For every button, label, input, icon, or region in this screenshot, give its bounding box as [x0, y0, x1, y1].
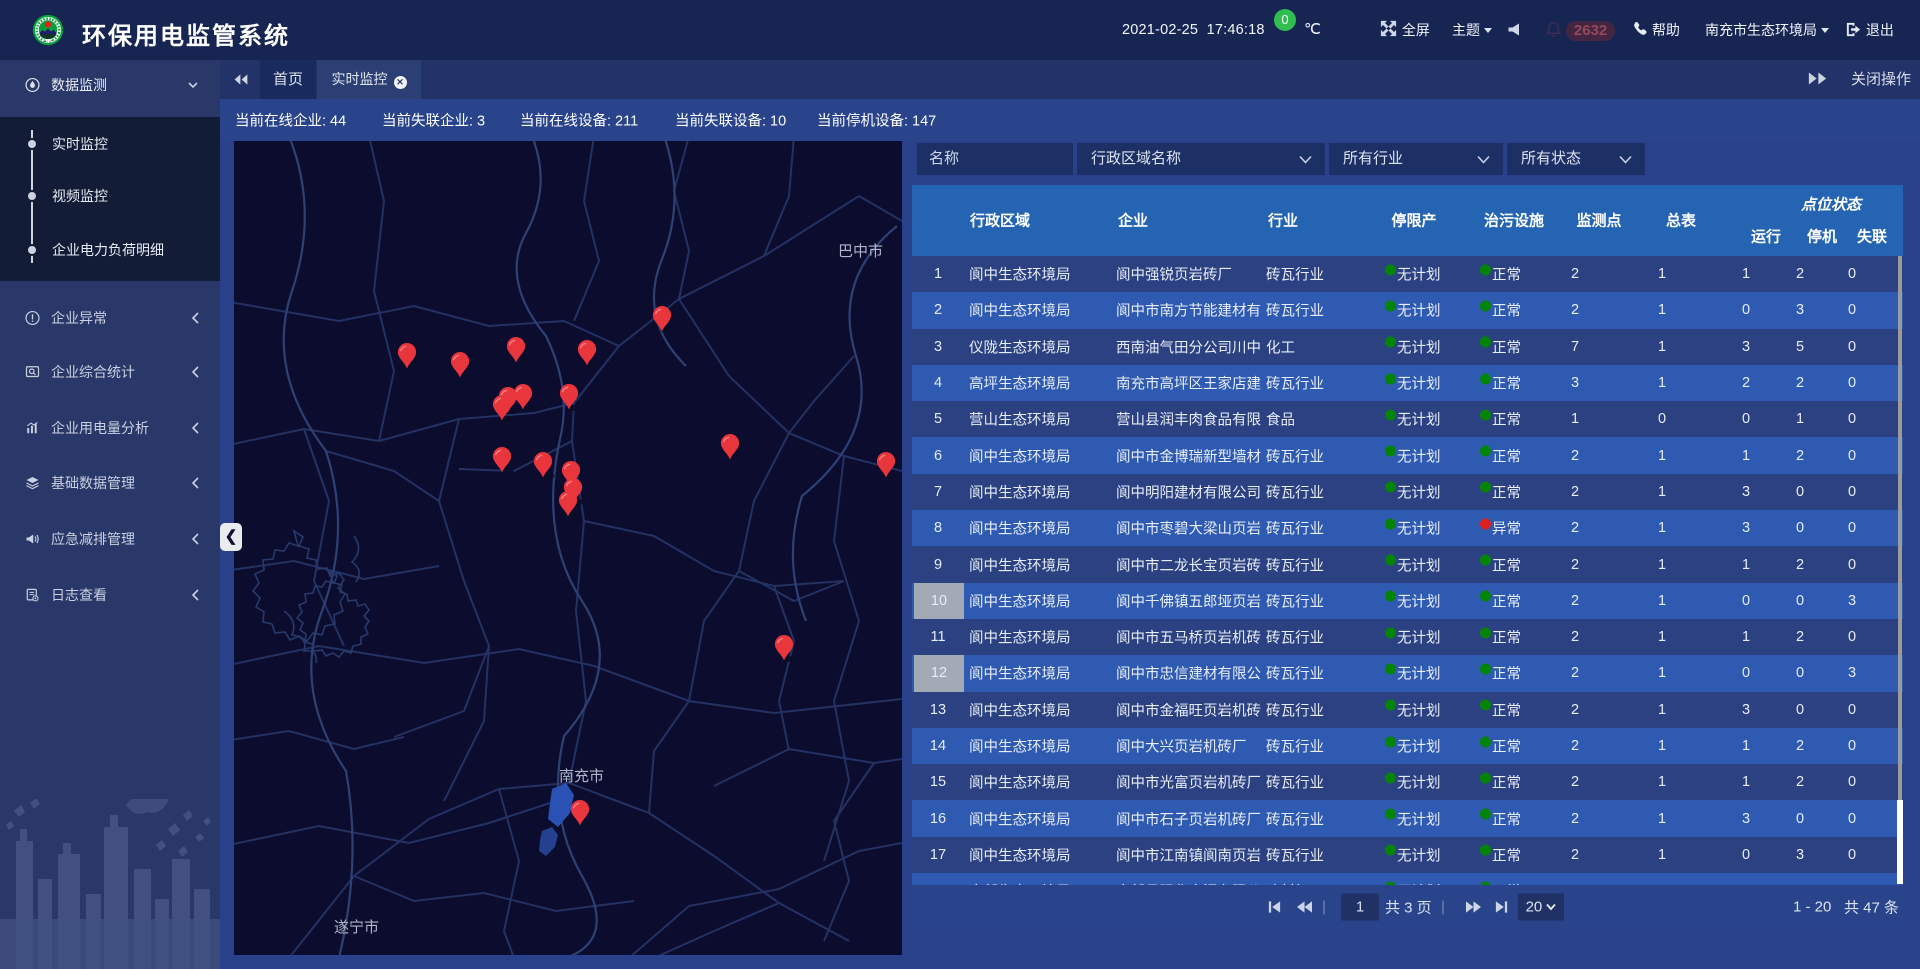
svg-text:遂宁市: 遂宁市: [334, 919, 379, 936]
svg-text:南充市: 南充市: [559, 768, 604, 785]
svg-text:巴中市: 巴中市: [838, 243, 883, 260]
